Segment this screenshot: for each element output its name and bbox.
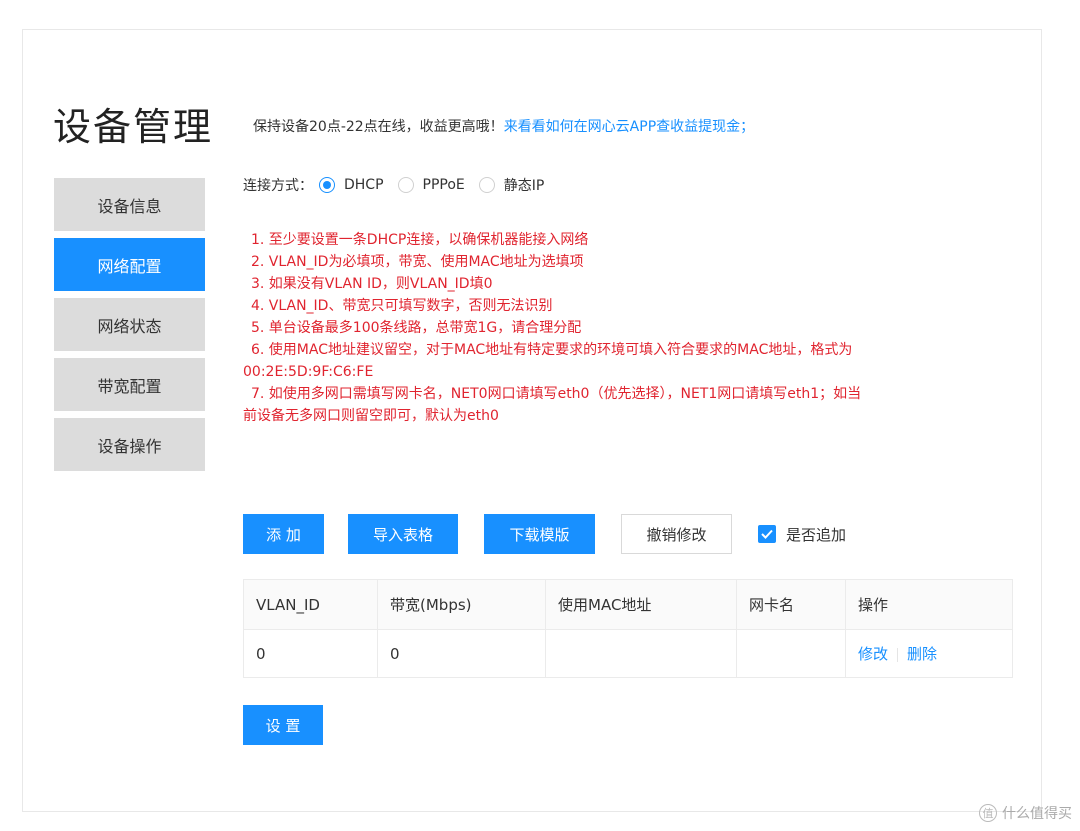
sidebar: 设备信息 网络配置 网络状态 带宽配置 设备操作 xyxy=(54,178,205,478)
vlan-table: VLAN_ID 带宽(Mbps) 使用MAC地址 网卡名 操作 0 0 修改 删除 xyxy=(243,579,1013,678)
radio-static-ip[interactable]: 静态IP xyxy=(478,175,545,195)
rule-item: 6. 使用MAC地址建议留空，对于MAC地址有特定要求的环境可填入符合要求的MA… xyxy=(243,342,853,380)
radio-dhcp-indicator[interactable] xyxy=(319,177,335,193)
sidebar-item-bandwidth-config[interactable]: 带宽配置 xyxy=(54,358,205,411)
radio-pppoe[interactable]: PPPoE xyxy=(397,177,465,193)
watermark: 值 什么值得买 xyxy=(979,803,1072,823)
table-header-row: VLAN_ID 带宽(Mbps) 使用MAC地址 网卡名 操作 xyxy=(243,579,1013,630)
add-button[interactable]: 添 加 xyxy=(243,514,324,554)
sidebar-item-device-info[interactable]: 设备信息 xyxy=(54,178,205,231)
cell-bandwidth: 0 xyxy=(377,629,546,678)
cell-nic xyxy=(736,629,846,678)
connection-mode-row: 连接方式： DHCP PPPoE 静态IP xyxy=(243,175,558,195)
config-rules: 1. 至少要设置一条DHCP连接，以确保机器能接入网络 2. VLAN_ID为必… xyxy=(243,229,1019,427)
column-header: 带宽(Mbps) xyxy=(377,579,546,630)
column-header: 网卡名 xyxy=(736,579,846,630)
divider xyxy=(897,647,899,662)
cell-actions: 修改 删除 xyxy=(845,629,1013,678)
watermark-text: 什么值得买 xyxy=(1002,806,1072,822)
radio-static-ip-indicator[interactable] xyxy=(478,177,495,193)
rule-item: 5. 单台设备最多100条线路，总带宽1G，请合理分配 xyxy=(251,320,582,336)
append-checkbox-label: 是否追加 xyxy=(786,525,847,544)
rule-item: 2. VLAN_ID为必填项，带宽、使用MAC地址为选填项 xyxy=(251,254,584,270)
import-table-button[interactable]: 导入表格 xyxy=(348,514,458,554)
watermark-logo-icon: 值 xyxy=(979,804,997,822)
settings-submit-button[interactable]: 设 置 xyxy=(243,705,323,745)
connection-mode-label: 连接方式： xyxy=(243,178,313,194)
delete-row-link[interactable]: 删除 xyxy=(907,645,937,663)
notice-text: 保持设备20点-22点在线，收益更高哦！ xyxy=(253,119,504,135)
rule-item: 4. VLAN_ID、带宽只可填写数字，否则无法识别 xyxy=(251,298,553,314)
checkbox-checked-icon[interactable] xyxy=(758,525,776,543)
cell-vlan-id: 0 xyxy=(243,629,378,678)
sidebar-item-network-config[interactable]: 网络配置 xyxy=(54,238,205,291)
radio-dhcp-label: DHCP xyxy=(344,177,384,193)
rule-item: 1. 至少要设置一条DHCP连接，以确保机器能接入网络 xyxy=(251,232,589,248)
radio-static-ip-label: 静态IP xyxy=(503,178,545,194)
sidebar-item-device-operation[interactable]: 设备操作 xyxy=(54,418,205,471)
radio-dhcp[interactable]: DHCP xyxy=(319,177,384,193)
sidebar-item-network-status[interactable]: 网络状态 xyxy=(54,298,205,351)
rule-item: 7. 如使用多网口需填写网卡名，NET0网口请填写eth0（优先选择），NET1… xyxy=(243,386,862,424)
edit-row-link[interactable]: 修改 xyxy=(858,645,888,663)
cell-mac xyxy=(545,629,737,678)
download-template-button[interactable]: 下载模版 xyxy=(484,514,595,554)
append-checkbox[interactable]: 是否追加 xyxy=(758,524,846,545)
earnings-help-link[interactable]: 来看看如何在网心云APP查收益提现金； xyxy=(504,119,754,135)
column-header: 操作 xyxy=(845,579,1013,630)
radio-pppoe-label: PPPoE xyxy=(422,177,465,193)
radio-pppoe-indicator[interactable] xyxy=(397,177,414,193)
table-row: 0 0 修改 删除 xyxy=(243,629,1013,678)
revoke-changes-button[interactable]: 撤销修改 xyxy=(621,514,732,554)
page-title: 设备管理 xyxy=(53,105,214,149)
action-bar: 添 加 导入表格 下载模版 撤销修改 是否追加 xyxy=(243,514,846,554)
online-notice: 保持设备20点-22点在线，收益更高哦！来看看如何在网心云APP查收益提现金； xyxy=(253,116,754,136)
rule-item: 3. 如果没有VLAN ID，则VLAN_ID填0 xyxy=(251,276,493,292)
column-header: 使用MAC地址 xyxy=(545,579,737,630)
column-header: VLAN_ID xyxy=(243,579,378,630)
